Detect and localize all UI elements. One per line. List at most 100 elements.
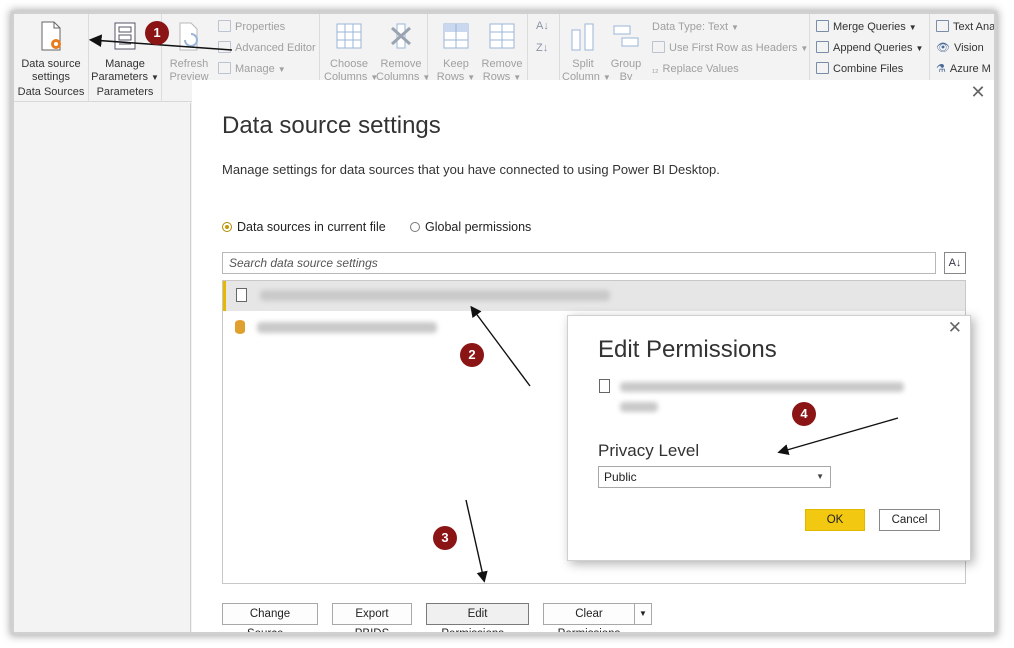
text-analytics-button[interactable]: Text Ana — [936, 19, 994, 35]
split-column-icon — [571, 23, 594, 51]
clear-permissions-button[interactable]: Clear Permissions — [543, 603, 635, 632]
data-source-settings-icon — [41, 21, 61, 51]
chevron-down-icon: ▼ — [277, 65, 286, 74]
manage-button[interactable]: Manage ▼ — [218, 61, 286, 77]
choose-columns-button[interactable]: Choose Columns ▼ — [324, 20, 378, 84]
ok-button[interactable]: OK — [805, 509, 865, 531]
annotation-badge-2: 2 — [460, 343, 484, 367]
vision-button[interactable]: 👁 Vision — [936, 40, 984, 56]
group-by-label-1: Group — [610, 58, 642, 70]
azure-ml-label: Azure M — [949, 63, 991, 75]
merge-queries-icon — [816, 20, 829, 32]
file-icon — [599, 379, 610, 393]
properties-button[interactable]: Properties — [218, 19, 285, 35]
vision-label: Vision — [953, 42, 984, 54]
append-queries-icon — [816, 41, 829, 53]
sort-button[interactable]: A↓ — [944, 252, 966, 274]
app-window: Data source settings Data Sources Manage… — [14, 14, 994, 632]
keep-rows-button[interactable]: Keep Rows ▼ — [434, 20, 478, 84]
chevron-down-icon: ▼ — [731, 23, 739, 32]
split-column-label-1: Split — [572, 58, 594, 70]
privacy-level-value: Public — [604, 470, 637, 484]
manage-icon — [218, 62, 231, 74]
data-type-label: Data Type: Text — [652, 21, 729, 33]
redacted-source-path — [257, 322, 437, 333]
file-icon — [236, 288, 247, 302]
dialog-subtitle: Manage settings for data sources that yo… — [222, 162, 720, 177]
remove-columns-label-1: Remove — [380, 58, 422, 70]
choose-columns-label-1: Choose — [330, 58, 368, 70]
eye-icon: 👁 — [936, 42, 950, 54]
replace-values-label: Replace Values — [662, 63, 739, 75]
combine-files-button[interactable]: Combine Files — [816, 61, 903, 77]
manage-parameters-icon — [114, 22, 136, 50]
advanced-editor-button[interactable]: Advanced Editor — [218, 40, 316, 56]
chevron-down-icon: ▼ — [800, 44, 809, 53]
cancel-button[interactable]: Cancel — [879, 509, 940, 531]
radio-current-file[interactable]: Data sources in current file — [222, 220, 386, 234]
append-queries-label: Append Queries — [833, 42, 913, 54]
annotation-badge-1: 1 — [145, 21, 169, 45]
change-source-button[interactable]: Change Source... — [222, 603, 318, 632]
chevron-down-icon: ▼ — [908, 23, 917, 32]
properties-label: Properties — [235, 21, 286, 33]
chevron-down-icon: ▼ — [150, 73, 159, 82]
search-input[interactable]: Search data source settings — [222, 252, 936, 274]
database-icon — [235, 320, 245, 334]
radio-global-permissions[interactable]: Global permissions — [410, 220, 531, 234]
sort-descending-icon[interactable]: Z↓ — [536, 42, 548, 54]
chevron-down-icon: ▼ — [639, 609, 647, 618]
properties-icon — [218, 20, 231, 32]
split-column-button[interactable]: Split Column ▼ — [562, 20, 611, 84]
data-source-settings-button[interactable]: Data source settings — [16, 20, 86, 84]
edit-permissions-dialog: ✕ Edit Permissions Privacy Level Public … — [567, 315, 971, 561]
merge-queries-button[interactable]: Merge Queries ▼ — [816, 19, 917, 35]
list-item[interactable] — [223, 281, 965, 311]
clear-permissions-dropdown[interactable]: ▼ — [634, 603, 652, 625]
annotation-badge-3: 3 — [433, 526, 457, 550]
radio-selected-icon — [222, 222, 232, 232]
group-label-parameters: Parameters — [96, 86, 154, 98]
keep-rows-icon — [443, 23, 469, 49]
merge-queries-label: Merge Queries — [833, 21, 906, 33]
table-icon — [652, 41, 665, 53]
refresh-preview-label-1: Refresh — [169, 58, 209, 70]
export-pbids-button[interactable]: Export PBIDS — [332, 603, 412, 632]
replace-values-button[interactable]: ₁₂ Replace Values — [652, 61, 739, 77]
redacted-source-path — [620, 382, 904, 392]
privacy-level-label: Privacy Level — [598, 441, 700, 460]
refresh-preview-button[interactable]: Refresh Preview — [164, 20, 214, 84]
append-queries-button[interactable]: Append Queries ▼ — [816, 40, 923, 56]
replace-values-icon: ₁₂ — [652, 64, 659, 74]
chevron-down-icon: ▼ — [816, 472, 824, 481]
text-analytics-label: Text Ana — [953, 21, 994, 33]
privacy-level-select[interactable]: Public ▼ — [598, 466, 831, 488]
redacted-source-path — [620, 402, 658, 412]
annotation-badge-4: 4 — [792, 402, 816, 426]
group-by-icon — [613, 25, 639, 47]
keep-rows-label-1: Keep — [443, 58, 469, 70]
combine-files-icon — [816, 62, 829, 74]
sort-az-icon: A↓ — [948, 257, 962, 269]
close-icon[interactable]: ✕ — [948, 318, 962, 338]
text-analytics-icon — [936, 20, 949, 32]
choose-columns-icon — [336, 23, 362, 49]
sort-ascending-icon[interactable]: A↓ — [536, 20, 549, 32]
data-type-button[interactable]: Data Type: Text ▼ — [652, 19, 739, 35]
group-by-button[interactable]: Group By — [606, 20, 646, 84]
remove-rows-button[interactable]: Remove Rows ▼ — [478, 20, 526, 84]
edit-permissions-title: Edit Permissions — [598, 336, 777, 363]
remove-columns-button[interactable]: Remove Columns ▼ — [376, 20, 430, 84]
remove-rows-label-1: Remove — [481, 58, 523, 70]
azure-ml-button[interactable]: ⚗ Azure M — [936, 61, 991, 77]
group-label-data-sources: Data Sources — [17, 86, 85, 98]
use-first-row-label: Use First Row as Headers — [669, 42, 798, 54]
ribbon-group-data-sources: Data source settings Data Sources — [14, 14, 89, 102]
use-first-row-button[interactable]: Use First Row as Headers ▼ — [652, 40, 808, 56]
radio-global-permissions-label: Global permissions — [425, 220, 532, 234]
remove-columns-icon — [391, 23, 411, 49]
dialog-title: Data source settings — [222, 112, 441, 139]
close-icon[interactable]: ✕ — [968, 82, 988, 103]
edit-permissions-button[interactable]: Edit Permissions... — [426, 603, 529, 632]
advanced-editor-icon — [218, 41, 231, 53]
